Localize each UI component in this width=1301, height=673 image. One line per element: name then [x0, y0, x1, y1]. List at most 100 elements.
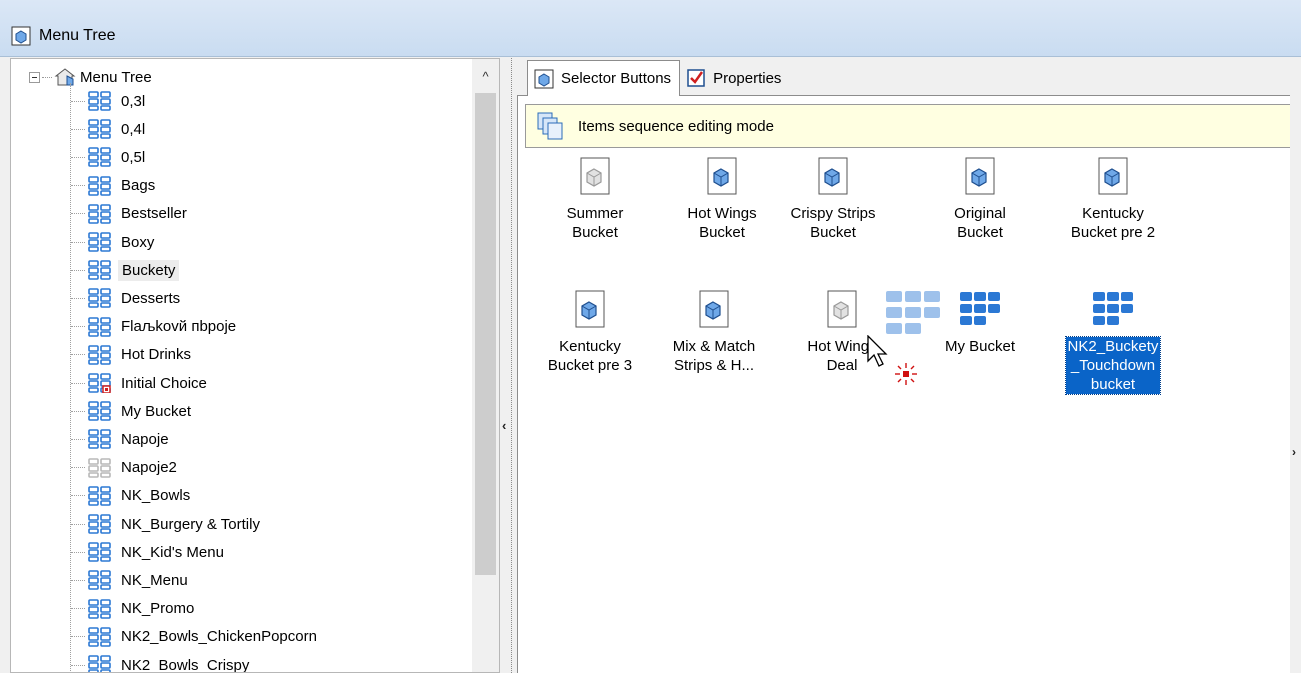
grid-icon: [88, 232, 111, 252]
tab-label: Selector Buttons: [561, 70, 672, 87]
collapse-icon[interactable]: [29, 71, 40, 83]
tree-item[interactable]: Napoje2: [71, 455, 180, 481]
selector-button[interactable]: NK2_Buckety _Touchdown bucket: [1058, 290, 1168, 395]
grid-icon: [88, 514, 111, 534]
selector-button-label: Hot Wings Bucket: [687, 205, 757, 241]
drag-ghost-grid-icon: [886, 291, 940, 334]
tree-item-label: NK2_Bowls_Crispy: [121, 656, 250, 673]
tree-item-label: 0,3l: [121, 92, 146, 110]
tree-item-label: NK_Menu: [121, 571, 188, 589]
right-splitter[interactable]: ›: [1290, 95, 1301, 673]
tree-item-label: 0,5l: [121, 148, 146, 166]
grid-icon: [88, 175, 111, 196]
tree-item[interactable]: NK_Menu: [71, 567, 191, 593]
tree-item[interactable]: Buckety: [71, 257, 180, 283]
house-icon: [54, 68, 76, 86]
sequence-edit-icon: [537, 112, 563, 140]
selector-button-label: Summer Bucket: [566, 205, 624, 241]
selector-button[interactable]: Summer Bucket: [540, 157, 650, 242]
tree-item[interactable]: NK_Burgery & Tortily: [71, 511, 263, 537]
tab-bar: Selector Buttons Properties: [527, 60, 789, 96]
grid-icon: [88, 344, 111, 365]
selector-button[interactable]: Kentucky Bucket pre 2: [1058, 157, 1168, 242]
selector-button[interactable]: Hot Wings Bucket: [667, 157, 777, 242]
mouse-cursor-icon: [867, 335, 888, 367]
selector-icon: [534, 69, 554, 88]
tree-item[interactable]: NK_Promo: [71, 596, 197, 622]
tree-root[interactable]: Menu Tree: [29, 65, 152, 89]
collapse-left-icon[interactable]: ‹: [502, 418, 506, 433]
tree-item[interactable]: Boxy: [71, 229, 157, 255]
selector-button-label: Kentucky Bucket pre 2: [1070, 205, 1156, 241]
tree-item-label: NK_Bowls: [121, 487, 191, 505]
doc-gray-icon: [580, 157, 610, 195]
tree-item-label: Desserts: [121, 289, 181, 307]
selector-button[interactable]: Crispy Strips Bucket: [778, 157, 888, 242]
selector-button[interactable]: Original Bucket: [925, 157, 1035, 242]
collapse-right-icon[interactable]: ›: [1292, 445, 1296, 459]
banner-text: Items sequence editing mode: [578, 117, 774, 135]
tree-item-label: Napoje2: [121, 459, 177, 477]
grid-big-icon: [1093, 292, 1133, 325]
tab-properties[interactable]: Properties: [680, 60, 789, 96]
selector-button-label: My Bucket: [944, 338, 1016, 355]
grid-icon: [88, 91, 111, 111]
doc-blue-icon: [818, 157, 848, 195]
grid-icon: [88, 429, 111, 450]
grid-initial-icon: [88, 373, 111, 393]
tree-item[interactable]: Initial Choice: [71, 370, 210, 396]
tree-item-label: NK_Promo: [121, 600, 195, 618]
tree-item-label: 0,4l: [121, 120, 146, 138]
tree-item[interactable]: Napoje: [71, 426, 172, 452]
tree-item[interactable]: Bestseller: [71, 201, 190, 227]
tab-label: Properties: [713, 69, 782, 87]
tree-item[interactable]: My Bucket: [71, 398, 194, 424]
tab-selector-buttons[interactable]: Selector Buttons: [527, 60, 681, 96]
tree-item[interactable]: NK2_Bowls_Crispy: [71, 652, 252, 673]
tree-item[interactable]: Desserts: [71, 285, 183, 311]
tree-item[interactable]: Hot Drinks: [71, 342, 194, 368]
selector-button-label: Mix & Match Strips & H...: [672, 338, 756, 374]
tree-item[interactable]: 0,4l: [71, 116, 148, 142]
doc-blue-icon: [575, 290, 605, 328]
doc-blue-icon: [707, 157, 737, 195]
scrollbar-thumb[interactable]: [475, 93, 496, 575]
tree-item-label: NK2_Bowls_ChickenPopcorn: [121, 628, 317, 646]
scroll-up-icon[interactable]: ^: [472, 59, 499, 93]
tree-item[interactable]: Flaљkovй пbpoje: [71, 314, 239, 340]
tree-item[interactable]: NK_Bowls: [71, 483, 193, 509]
selector-button[interactable]: My Bucket: [925, 290, 1035, 356]
tree-item-label: NK_Kid's Menu: [121, 543, 224, 561]
selector-button-label: Original Bucket: [954, 205, 1006, 241]
grid-icon: [88, 203, 111, 224]
selector-button-label: Crispy Strips Bucket: [790, 205, 876, 241]
grid-icon: [88, 260, 111, 280]
grid-icon: [88, 598, 111, 619]
grid-icon: [88, 626, 111, 647]
selector-button[interactable]: Mix & Match Strips & H...: [659, 290, 769, 375]
menu-tree-panel[interactable]: Menu Tree 0,3l 0,4l 0,5l Bags Bestseller Boxy…: [10, 58, 500, 673]
tree-item[interactable]: Bags: [71, 173, 158, 199]
doc-blue-icon: [1098, 157, 1128, 195]
grid-gray-icon: [88, 457, 111, 478]
grid-icon: [88, 119, 111, 139]
tree-root-label: Menu Tree: [80, 68, 152, 86]
selector-button[interactable]: Kentucky Bucket pre 3: [535, 290, 645, 375]
grid-icon: [88, 542, 111, 562]
grid-icon: [88, 401, 111, 421]
tree-scrollbar[interactable]: ^: [472, 59, 499, 672]
tree-item[interactable]: NK2_Bowls_ChickenPopcorn: [71, 624, 320, 650]
tree-item-label: Bags: [121, 177, 156, 195]
doc-gray-icon: [827, 290, 857, 328]
tree-item[interactable]: 0,5l: [71, 144, 148, 170]
grid-icon: [88, 316, 111, 337]
doc-blue-icon: [699, 290, 729, 328]
title-bar: Menu Tree: [0, 0, 1301, 57]
tree-item[interactable]: 0,3l: [71, 88, 148, 114]
grid-icon: [88, 655, 111, 672]
panel-splitter[interactable]: ‹: [500, 58, 516, 673]
grid-icon: [88, 147, 111, 168]
tree-item-label: Initial Choice: [121, 374, 207, 392]
window-title: Menu Tree: [39, 27, 116, 44]
tree-item[interactable]: NK_Kid's Menu: [71, 539, 227, 565]
